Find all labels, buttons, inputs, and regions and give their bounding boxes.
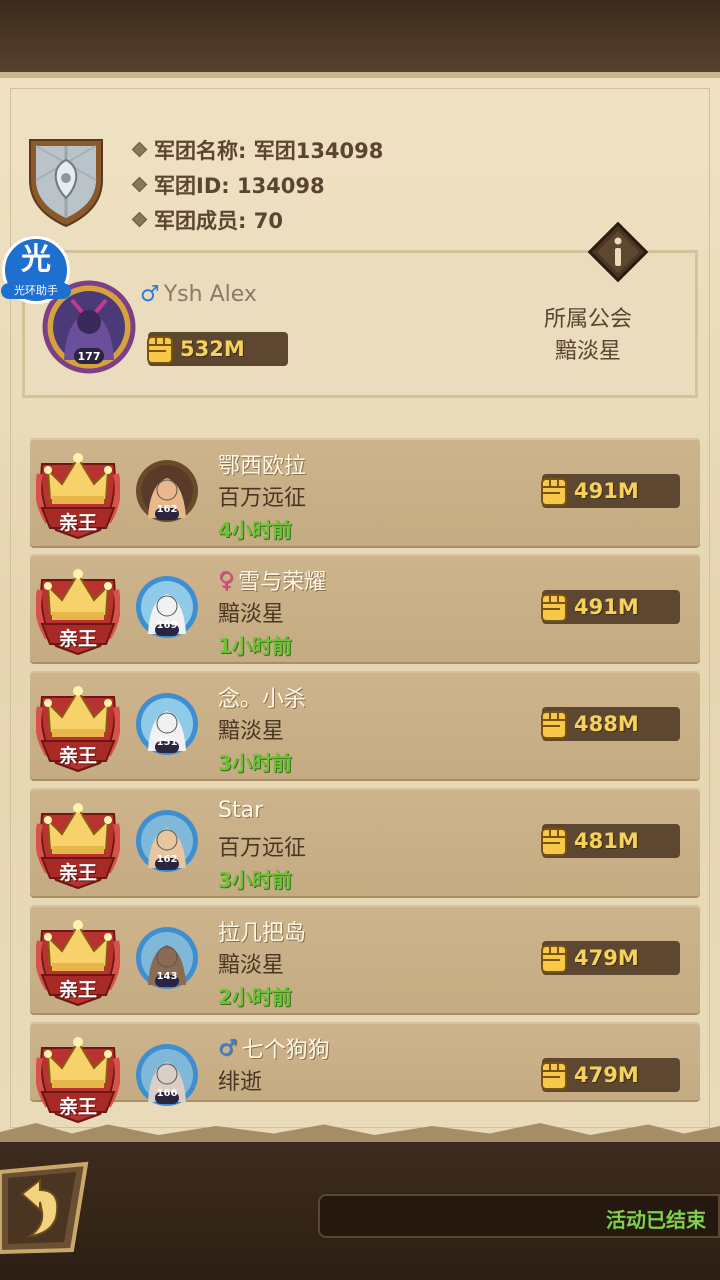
bullet-diamond-icon [131, 141, 148, 158]
rank-title: 亲王 [58, 979, 97, 1001]
fist-power-icon [541, 478, 567, 506]
member-power: 481M [541, 824, 680, 858]
member-guild: 绯逝 [218, 1070, 263, 1095]
fist-power-icon [541, 711, 567, 739]
member-last-online: 2小时前 [218, 985, 292, 1009]
member-guild: 百万远征 [218, 486, 307, 511]
member-level: 166 [156, 1088, 178, 1099]
member-name: Star [218, 798, 264, 823]
member-power: 488M [541, 707, 680, 741]
male-icon: ♂ [218, 1035, 238, 1061]
member-power: 491M [541, 590, 680, 624]
bullet-diamond-icon [131, 211, 148, 228]
rank-title: 亲王 [58, 1096, 97, 1118]
member-row[interactable]: 亲王 162 Star 百万远征 3小时前 481M [30, 788, 700, 896]
member-last-online: 3小时前 [218, 751, 292, 775]
female-icon: ♀ [218, 567, 235, 593]
member-last-online: 1小时前 [218, 634, 292, 658]
bullet-diamond-icon [131, 176, 148, 193]
my-level: 177 [78, 350, 101, 363]
member-name: 念。小杀 [218, 687, 307, 712]
top-bar [0, 0, 720, 80]
member-name: 拉几把岛 [218, 921, 307, 946]
event-status: 活动已结束 [606, 1208, 706, 1232]
rank-title: 亲王 [58, 745, 97, 767]
member-row[interactable]: 亲王 162 鄂西欧拉 百万远征 4小时前 491M [30, 438, 700, 546]
member-level: 151 [156, 737, 178, 748]
member-last-online: 4小时前 [218, 518, 292, 542]
fist-power-icon [541, 945, 567, 973]
member-name: ♂ 七个狗狗 [218, 1035, 330, 1064]
member-last-online: 3小时前 [218, 868, 292, 892]
legion-members: 军团成员: 70 [131, 202, 383, 237]
my-guild: 所属公会 黯淡星 [543, 307, 632, 364]
member-guild: 百万远征 [218, 836, 307, 861]
member-guild: 黯淡星 [218, 602, 285, 627]
my-name: ♂ Ysh Alex [140, 282, 257, 307]
fist-power-icon [541, 1062, 567, 1090]
member-guild: 黯淡星 [218, 953, 285, 978]
member-power: 479M [541, 941, 680, 975]
member-power: 491M [541, 474, 680, 508]
fist-power-icon [541, 828, 567, 856]
rank-title: 亲王 [58, 628, 97, 650]
legion-info: 军团名称: 军团134098 军团ID: 134098 军团成员: 70 [131, 132, 383, 237]
member-row[interactable]: 亲王 169 ♀ 雪与荣耀 黯淡星 1小时前 491M [30, 554, 700, 662]
fist-power-icon [147, 336, 173, 364]
member-row[interactable]: 亲王 143 拉几把岛 黯淡星 2小时前 479M [30, 905, 700, 1013]
member-name: ♀ 雪与荣耀 [218, 567, 327, 596]
rank-title: 亲王 [58, 862, 97, 884]
member-level: 143 [156, 971, 178, 982]
member-power: 479M [541, 1058, 680, 1092]
member-guild: 黯淡星 [218, 719, 285, 744]
legion-shield-icon [29, 139, 103, 228]
rank-title: 亲王 [58, 512, 97, 534]
watermark-badge: 光 光环助手 [1, 236, 71, 304]
info-button[interactable] [586, 220, 650, 284]
member-level: 169 [156, 620, 178, 631]
event-status-bar: 活动已结束 [318, 1194, 720, 1238]
member-row[interactable]: 亲王 166 ♂ 七个狗狗 绯逝 479M [30, 1022, 700, 1124]
member-level: 162 [156, 504, 178, 515]
member-row[interactable]: 亲王 151 念。小杀 黯淡星 3小时前 488M [30, 671, 700, 779]
member-level: 162 [156, 854, 178, 865]
male-icon: ♂ [140, 282, 160, 307]
back-button[interactable] [0, 1160, 94, 1256]
legion-id: 军团ID: 134098 [131, 167, 383, 202]
my-power: 532M [147, 332, 288, 366]
member-name: 鄂西欧拉 [218, 454, 307, 479]
fist-power-icon [541, 594, 567, 622]
legion-name: 军团名称: 军团134098 [131, 132, 383, 167]
